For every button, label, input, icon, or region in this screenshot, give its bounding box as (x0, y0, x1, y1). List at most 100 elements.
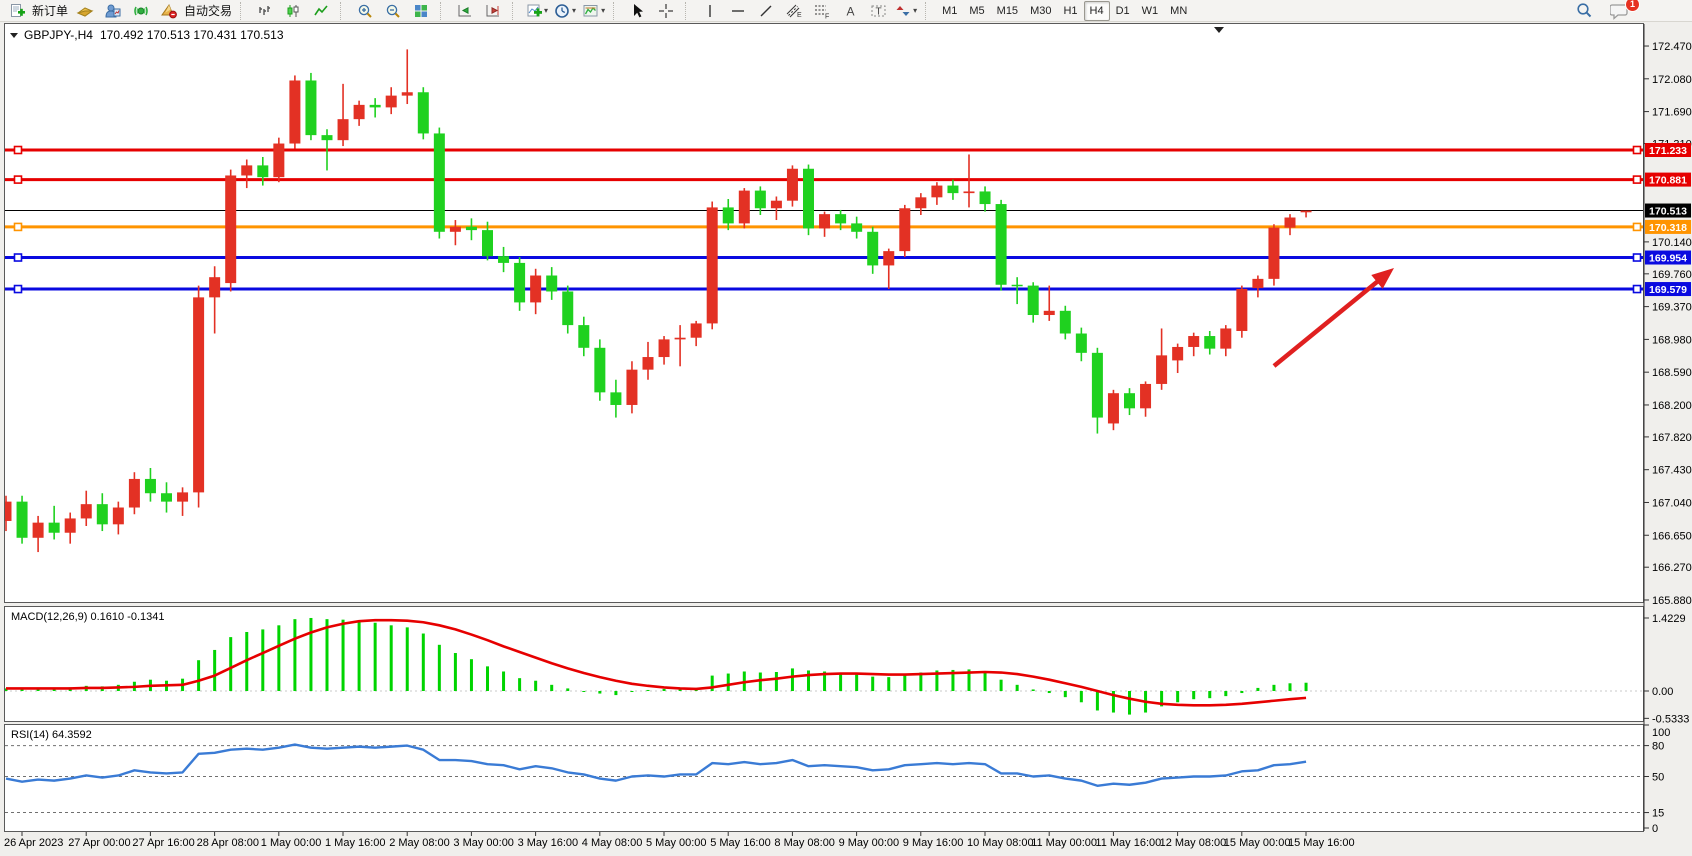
candle-body (81, 504, 92, 518)
main-chart-panel[interactable] (5, 24, 1644, 603)
candle-body (964, 191, 975, 193)
indicators-button[interactable]: ▾ (523, 0, 551, 22)
candle-body (17, 502, 28, 538)
line-handle[interactable] (1634, 286, 1641, 293)
macd-histogram-bar (984, 671, 987, 690)
candle-body (322, 135, 333, 140)
terminal-button[interactable] (99, 0, 127, 22)
candle-body (899, 208, 910, 251)
rsi-panel[interactable] (5, 725, 1644, 832)
candle-body (915, 197, 926, 208)
channel-button[interactable]: E (780, 0, 808, 22)
line-handle[interactable] (1634, 254, 1641, 261)
tile-windows-button[interactable] (407, 0, 435, 22)
vertical-line-button[interactable] (696, 0, 724, 22)
macd-histogram-bar (775, 672, 778, 691)
line-handle[interactable] (1634, 176, 1641, 183)
time-tick-label: 11 May 00:00 (1031, 837, 1097, 849)
time-tick-label: 1 May 16:00 (325, 837, 386, 849)
crosshair-button[interactable] (652, 0, 680, 22)
cursor-button[interactable] (624, 0, 652, 22)
chat-button[interactable]: 1 (1606, 0, 1634, 22)
line-handle[interactable] (15, 147, 22, 154)
macd-histogram-bar (342, 620, 345, 691)
macd-histogram-bar (1272, 685, 1275, 691)
macd-histogram-bar (454, 653, 457, 691)
macd-label: MACD(12,26,9) 0.1610 -0.1341 (11, 611, 164, 623)
timeframe-button-h4[interactable]: H4 (1084, 1, 1110, 21)
time-tick-label: 5 May 16:00 (710, 837, 771, 849)
autotrading-icon (160, 3, 178, 19)
macd-histogram-bar (534, 681, 537, 691)
auto-scroll-button[interactable] (451, 0, 479, 22)
arrows-button[interactable]: ▾ (892, 0, 920, 22)
zoom-in-button[interactable] (351, 0, 379, 22)
timeframe-button-m1[interactable]: M1 (936, 1, 963, 21)
candle-body (626, 370, 637, 405)
horizontal-line-button[interactable] (724, 0, 752, 22)
candle-body (1140, 384, 1151, 408)
periods-button[interactable]: ▾ (551, 0, 579, 22)
label-button[interactable]: T (864, 0, 892, 22)
candle-body (835, 214, 846, 223)
macd-histogram-bar (261, 629, 264, 691)
line-handle[interactable] (1634, 223, 1641, 230)
chart-shift-button[interactable] (479, 0, 507, 22)
candle-body (273, 144, 284, 178)
text-button[interactable]: A (836, 0, 864, 22)
templates-button[interactable]: ▾ (579, 0, 608, 22)
fibonacci-button[interactable]: F (808, 0, 836, 22)
strategy-tester-icon (132, 3, 150, 19)
candle-body (594, 348, 605, 393)
new-order-label[interactable]: 新订单 (32, 2, 68, 19)
macd-histogram-bar (582, 691, 585, 692)
macd-panel[interactable] (5, 607, 1644, 722)
line-handle[interactable] (15, 286, 22, 293)
timeframe-button-m15[interactable]: M15 (991, 1, 1024, 21)
macd-histogram-bar (647, 690, 650, 691)
macd-histogram-bar (630, 691, 633, 692)
timeframe-button-m30[interactable]: M30 (1024, 1, 1057, 21)
candlestick-button[interactable] (279, 0, 307, 22)
macd-histogram-bar (197, 660, 200, 691)
candle-body (659, 339, 670, 357)
autotrade-label[interactable]: 自动交易 (184, 2, 232, 19)
line-handle[interactable] (15, 254, 22, 261)
trendline-button[interactable] (752, 0, 780, 22)
timeframe-button-mn[interactable]: MN (1164, 1, 1193, 21)
candle-body (386, 96, 397, 108)
candle-body (450, 227, 461, 232)
strategy-tester-button[interactable] (127, 0, 155, 22)
new-order-button[interactable] (3, 0, 31, 22)
macd-histogram-bar (390, 625, 393, 691)
line-handle[interactable] (1634, 147, 1641, 154)
candlestick-icon (285, 3, 301, 19)
candle-body (1108, 393, 1119, 423)
candle-body (338, 119, 349, 140)
chart-canvas[interactable]: 172.470172.080171.690171.310170.140169.7… (0, 0, 1692, 856)
bar-chart-button[interactable] (251, 0, 279, 22)
zoom-out-button[interactable] (379, 0, 407, 22)
main-toolbar: 新订单 自动交易 ▾ ▾ (0, 0, 1692, 22)
candle-body (1252, 279, 1263, 288)
candle-body (610, 392, 621, 405)
autotrading-button[interactable] (155, 0, 183, 22)
line-handle[interactable] (15, 223, 22, 230)
timeframe-button-w1[interactable]: W1 (1136, 1, 1165, 21)
candle-body (1236, 289, 1247, 331)
candle-body (225, 175, 236, 283)
metaeditor-button[interactable] (71, 0, 99, 22)
candle-body (1220, 328, 1231, 348)
timeframe-button-d1[interactable]: D1 (1110, 1, 1136, 21)
macd-histogram-bar (614, 691, 617, 695)
timeframe-button-h1[interactable]: H1 (1057, 1, 1083, 21)
line-chart-button[interactable] (307, 0, 335, 22)
timeframe-button-m5[interactable]: M5 (963, 1, 990, 21)
price-tick-label: 169.760 (1652, 269, 1692, 281)
time-tick-label: 5 May 00:00 (646, 837, 707, 849)
price-tick-label: 168.200 (1652, 400, 1692, 412)
candle-body (851, 223, 862, 231)
line-handle[interactable] (15, 176, 22, 183)
search-button[interactable] (1570, 0, 1598, 22)
candle-body (947, 186, 958, 194)
